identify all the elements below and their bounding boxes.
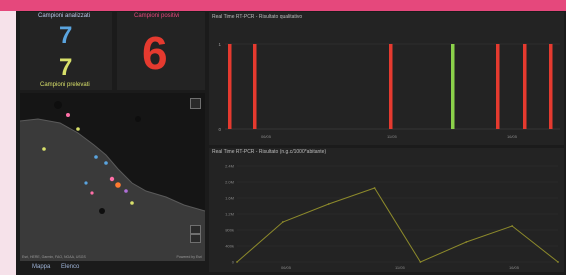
quantitative-chart-panel: Real Time RT-PCR - Risultato (n.g.c/1000…: [209, 148, 564, 272]
data-point[interactable]: [465, 241, 468, 243]
data-point[interactable]: [236, 261, 238, 263]
map-attribution: Esri, HERE, Garmin, FAO, NOAA, USGS: [22, 255, 86, 259]
zoom-out-button[interactable]: [190, 234, 201, 243]
data-point[interactable]: [511, 225, 514, 227]
pooled-samples-value: 7: [59, 54, 73, 81]
y-tick-label: 0: [218, 127, 221, 132]
map-marker[interactable]: [66, 113, 70, 117]
positive-samples-value: 6: [142, 27, 168, 79]
bar-positive[interactable]: [253, 44, 257, 129]
series-line[interactable]: [236, 187, 559, 263]
page-margin: [0, 11, 16, 275]
data-point[interactable]: [281, 221, 284, 223]
y-tick-label: 1.2M: [225, 212, 234, 217]
y-tick-label: 1.6M: [225, 196, 234, 201]
map-island: [99, 208, 105, 214]
tab-mappa[interactable]: Mappa: [32, 264, 50, 270]
map-island: [54, 101, 62, 109]
map-marker[interactable]: [109, 176, 115, 182]
positive-samples-label: Campioni positivi: [134, 13, 180, 19]
x-tick-label: 16/05: [509, 265, 520, 270]
data-point[interactable]: [327, 203, 330, 205]
analyzed-samples-label: Campioni analizzati: [38, 13, 91, 19]
map-tabs: Mappa Elenco: [20, 263, 205, 275]
x-tick-label: 16/05: [507, 134, 518, 139]
top-accent-bar: [0, 0, 566, 11]
qualitative-chart-panel: Real Time RT-PCR - Risultato qualitativo…: [209, 12, 564, 145]
map-marker[interactable]: [94, 155, 98, 159]
map-marker[interactable]: [130, 201, 134, 205]
quantitative-chart: 0 400k 800k 1.2M 1.6M 2.0M 2.4M 06/05 11/05 16…: [225, 164, 559, 270]
map-marker[interactable]: [104, 161, 108, 165]
y-tick-label: 2.0M: [225, 180, 234, 185]
data-point[interactable]: [557, 261, 559, 263]
pooled-samples-label: Campioni prelevati: [40, 82, 90, 88]
map-powered-by: Powered by Esri: [176, 255, 202, 259]
bar-positive[interactable]: [228, 44, 232, 129]
x-tick-label: 11/05: [387, 134, 397, 139]
analyzed-samples-value: 7: [59, 22, 73, 49]
x-tick-label: 06/05: [261, 134, 272, 139]
samples-count-panel: Campioni analizzati 7 7 Campioni preleva…: [20, 12, 112, 90]
bar-negative[interactable]: [451, 44, 455, 129]
map-panel[interactable]: Esri, HERE, Garmin, FAO, NOAA, USGS Powe…: [20, 93, 205, 261]
x-tick-label: 06/05: [281, 265, 292, 270]
bar-positive[interactable]: [496, 44, 500, 129]
map-marker[interactable]: [90, 191, 94, 195]
zoom-in-button[interactable]: [190, 225, 201, 234]
data-point[interactable]: [419, 261, 422, 263]
y-tick-label: 400k: [225, 244, 234, 249]
y-tick-label: 2.4M: [225, 164, 234, 169]
positive-samples-panel: Campioni positivi 6: [117, 12, 205, 90]
x-tick-label: 11/05: [395, 265, 405, 270]
map-marker[interactable]: [124, 189, 128, 193]
map-marker[interactable]: [115, 182, 121, 188]
map-marker[interactable]: [84, 181, 88, 185]
bar-positive[interactable]: [549, 44, 553, 129]
bar-positive[interactable]: [389, 44, 393, 129]
y-tick-label: 1: [218, 42, 221, 47]
map-marker[interactable]: [42, 147, 46, 151]
qualitative-chart: 1 0 06/05 11/05 16/05: [218, 42, 560, 139]
map-marker[interactable]: [76, 127, 80, 131]
map-island: [135, 116, 141, 122]
map-canvas[interactable]: [20, 93, 205, 261]
y-tick-label: 0: [232, 260, 235, 265]
y-tick-label: 800k: [225, 228, 234, 233]
tab-elenco[interactable]: Elenco: [61, 264, 79, 270]
bar-positive[interactable]: [523, 44, 527, 129]
map-layers-button[interactable]: [190, 98, 201, 109]
data-point[interactable]: [373, 187, 376, 189]
